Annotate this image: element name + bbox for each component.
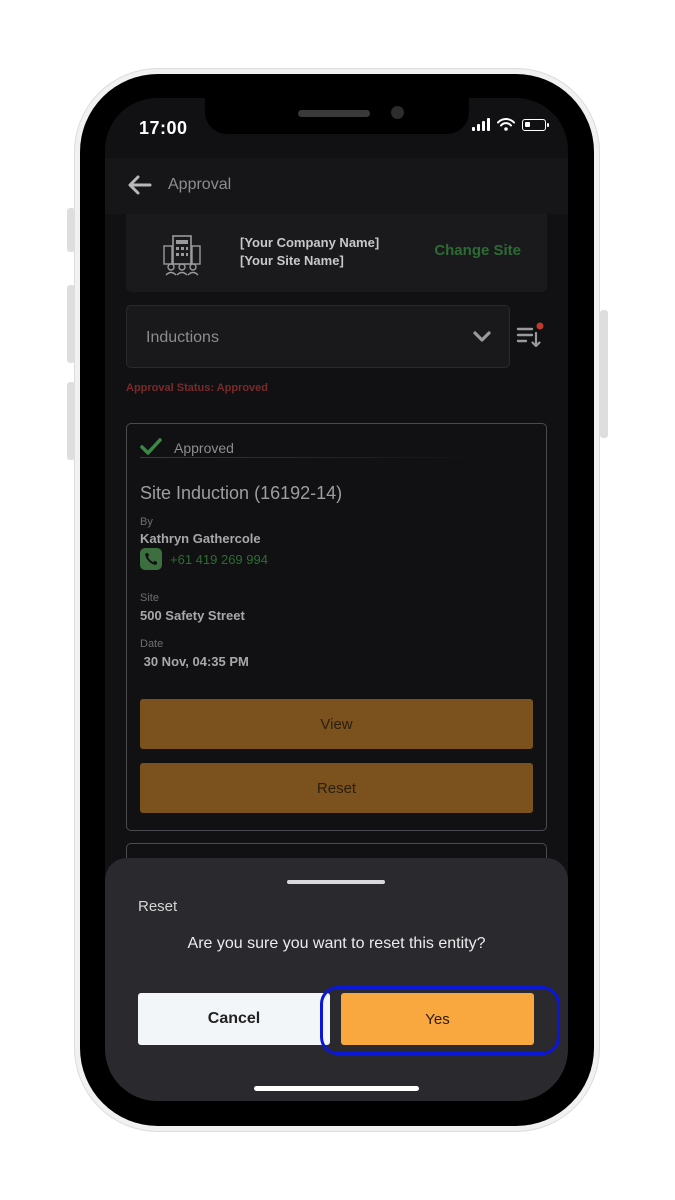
card-divider bbox=[140, 457, 480, 458]
yes-button-highlight bbox=[320, 986, 560, 1055]
card-title: Site Induction (16192-14) bbox=[140, 483, 343, 503]
building-icon bbox=[163, 235, 201, 276]
site-label: Site bbox=[140, 592, 159, 604]
mute-switch bbox=[67, 208, 75, 252]
speaker bbox=[298, 110, 370, 117]
inductions-dropdown[interactable]: Inductions bbox=[126, 305, 510, 368]
battery-icon bbox=[522, 118, 549, 131]
sheet-drag-handle[interactable] bbox=[287, 880, 385, 884]
wifi-icon bbox=[497, 118, 515, 131]
chevron-down-icon bbox=[473, 331, 491, 342]
sheet-title: Reset bbox=[138, 898, 178, 915]
date-label: Date bbox=[140, 638, 164, 650]
view-button[interactable]: View bbox=[140, 699, 533, 749]
notch bbox=[205, 98, 469, 134]
sheet-message: Are you sure you want to reset this enti… bbox=[187, 935, 486, 952]
phone-icon[interactable] bbox=[140, 548, 162, 570]
cancel-button[interactable]: Cancel bbox=[138, 993, 330, 1045]
change-site-link[interactable]: Change Site bbox=[434, 242, 521, 259]
phone-number-link[interactable]: +61 419 269 994 bbox=[170, 552, 268, 567]
by-value: Kathryn Gathercole bbox=[140, 531, 261, 546]
site-value: 500 Safety Street bbox=[140, 608, 245, 623]
approval-status-text: Approval Status: Approved bbox=[126, 382, 268, 394]
induction-card: Approved Site Induction (16192-14) By Ka… bbox=[126, 423, 547, 831]
company-name: [Your Company Name] bbox=[240, 235, 380, 250]
reset-button[interactable]: Reset bbox=[140, 763, 533, 813]
app-header: Approval bbox=[105, 158, 568, 214]
check-icon bbox=[140, 438, 162, 455]
home-indicator bbox=[254, 1086, 419, 1091]
reset-confirmation-sheet: Reset Are you sure you want to reset thi… bbox=[105, 858, 568, 1101]
volume-up-button bbox=[67, 285, 75, 363]
status-badge: Approved bbox=[174, 440, 234, 456]
sort-filter-icon[interactable] bbox=[515, 322, 545, 352]
date-value: 30 Nov, 04:35 PM bbox=[140, 654, 249, 669]
site-name: [Your Site Name] bbox=[240, 253, 344, 268]
dropdown-selected-value: Inductions bbox=[146, 329, 219, 346]
arrow-left-icon[interactable] bbox=[125, 170, 155, 200]
phone-screen: 17:00 Approval [Your Company Name] [Your… bbox=[105, 98, 568, 1101]
volume-down-button bbox=[67, 382, 75, 460]
page-title: Approval bbox=[168, 176, 232, 193]
power-button bbox=[600, 310, 608, 438]
site-card: [Your Company Name] [Your Site Name] Cha… bbox=[126, 214, 547, 292]
status-time: 17:00 bbox=[139, 118, 188, 138]
signal-icon bbox=[472, 118, 490, 131]
status-icons bbox=[472, 118, 549, 131]
by-label: By bbox=[140, 516, 153, 528]
camera bbox=[391, 106, 404, 119]
